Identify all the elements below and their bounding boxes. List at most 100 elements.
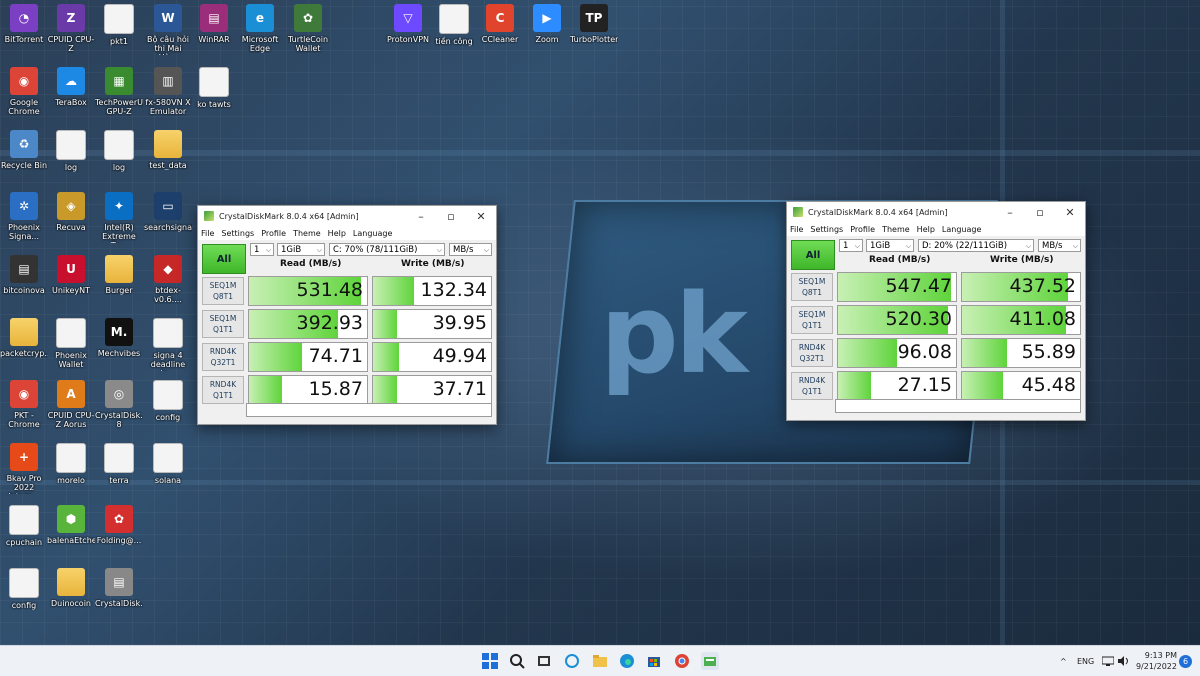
- desktop-icon[interactable]: + Bkav Pro 2022 Intern...: [0, 443, 48, 494]
- test-row-button[interactable]: SEQ1M Q8T1: [202, 277, 244, 305]
- desktop-icon[interactable]: config: [0, 568, 48, 610]
- desktop-icon[interactable]: Z CPUID CPU-Z: [47, 4, 95, 53]
- test-row-button[interactable]: SEQ1M Q1T1: [791, 306, 833, 334]
- desktop-icon[interactable]: log: [95, 130, 143, 172]
- test-row-button[interactable]: RND4K Q1T1: [791, 372, 833, 400]
- menu-item-settings[interactable]: Settings: [221, 229, 254, 238]
- desktop-icon[interactable]: A CPUID CPU-Z Aorus: [47, 380, 95, 429]
- window-titlebar[interactable]: CrystalDiskMark 8.0.4 x64 [Admin] – ▫ ✕: [787, 202, 1085, 222]
- comment-field[interactable]: [246, 403, 492, 417]
- desktop-icon[interactable]: ▦ TechPowerUp GPU-Z: [95, 67, 143, 116]
- desktop-icon[interactable]: ◎ CrystalDisk... 8: [95, 380, 143, 429]
- microsoft-store-icon[interactable]: [645, 652, 663, 670]
- test-count-select[interactable]: 1 ⌵: [250, 243, 274, 256]
- test-row-button[interactable]: SEQ1M Q8T1: [791, 273, 833, 301]
- desktop-icon[interactable]: ko tawts: [190, 67, 238, 109]
- desktop-icon[interactable]: ♻ Recycle Bin: [0, 130, 48, 170]
- desktop-icon[interactable]: packetcryp...: [0, 318, 48, 358]
- menu-item-file[interactable]: File: [790, 225, 803, 234]
- desktop-icon[interactable]: ▤ bitcoinova: [0, 255, 48, 295]
- test-row-button[interactable]: SEQ1M Q1T1: [202, 310, 244, 338]
- chrome-icon[interactable]: [673, 652, 691, 670]
- crystaldiskmark-taskbar-icon[interactable]: [701, 652, 719, 670]
- notification-center[interactable]: 6: [1179, 646, 1192, 676]
- test-size-select[interactable]: 1GiB ⌵: [866, 239, 914, 252]
- menu-item-help[interactable]: Help: [917, 225, 935, 234]
- volume-icon[interactable]: [1118, 646, 1130, 676]
- desktop-icon[interactable]: ▤ CrystalDisk...: [95, 568, 143, 608]
- maximize-icon[interactable]: ▫: [1025, 202, 1055, 222]
- desktop-icon[interactable]: tiền công: [430, 4, 478, 46]
- minimize-icon[interactable]: –: [406, 206, 436, 226]
- menu-item-file[interactable]: File: [201, 229, 214, 238]
- desktop-icon[interactable]: ✲ Phoenix Signa...: [0, 192, 48, 241]
- unit-select[interactable]: MB/s ⌵: [1038, 239, 1081, 252]
- desktop-icon[interactable]: ◈ Recuva: [47, 192, 95, 232]
- desktop-icon[interactable]: ✿ Folding@...: [95, 505, 143, 545]
- menu-item-help[interactable]: Help: [328, 229, 346, 238]
- test-row-button[interactable]: RND4K Q32T1: [202, 343, 244, 371]
- run-all-button[interactable]: All: [791, 240, 835, 270]
- minimize-icon[interactable]: –: [995, 202, 1025, 222]
- desktop-icon[interactable]: e Microsoft Edge: [236, 4, 284, 53]
- crystaldiskmark-window-c[interactable]: CrystalDiskMark 8.0.4 x64 [Admin] – ▫ ✕ File…: [197, 205, 497, 425]
- task-view-icon[interactable]: [535, 652, 553, 670]
- desktop-icon[interactable]: morelo: [47, 443, 95, 485]
- close-icon[interactable]: ✕: [1055, 202, 1085, 222]
- desktop-icon[interactable]: config: [144, 380, 192, 422]
- desktop-icon[interactable]: solana: [144, 443, 192, 485]
- desktop-icon[interactable]: ▭ searchsignal: [144, 192, 192, 232]
- search-icon[interactable]: [508, 652, 526, 670]
- menu-item-profile[interactable]: Profile: [261, 229, 286, 238]
- input-language[interactable]: ENG: [1077, 646, 1094, 676]
- comment-field[interactable]: [835, 399, 1081, 413]
- desktop-icon[interactable]: test_data: [144, 130, 192, 170]
- unit-select[interactable]: MB/s ⌵: [449, 243, 492, 256]
- drive-select[interactable]: C: 70% (78/111GiB) ⌵: [329, 243, 445, 256]
- desktop-icon[interactable]: M. Mechvibes: [95, 318, 143, 358]
- desktop-icon[interactable]: log: [47, 130, 95, 172]
- menu-item-theme[interactable]: Theme: [293, 229, 321, 238]
- desktop-icon[interactable]: ▥ fx-580VN X Emulator: [144, 67, 192, 116]
- desktop-icon[interactable]: Phoenix Wallet: [47, 318, 95, 369]
- test-count-select[interactable]: 1 ⌵: [839, 239, 863, 252]
- menu-item-theme[interactable]: Theme: [882, 225, 910, 234]
- drive-select[interactable]: D: 20% (22/111GiB) ⌵: [918, 239, 1034, 252]
- maximize-icon[interactable]: ▫: [436, 206, 466, 226]
- desktop-icon[interactable]: Duinocoin: [47, 568, 95, 608]
- desktop-icon[interactable]: C CCleaner: [476, 4, 524, 44]
- window-titlebar[interactable]: CrystalDiskMark 8.0.4 x64 [Admin] – ▫ ✕: [198, 206, 496, 226]
- desktop-icon[interactable]: ◉ PKT - Chrome: [0, 380, 48, 429]
- desktop-icon[interactable]: TP TurboPlotter: [570, 4, 618, 44]
- cortana-icon[interactable]: [563, 652, 581, 670]
- desktop-icon[interactable]: pkt1: [95, 4, 143, 46]
- desktop-icon[interactable]: U UnikeyNT: [47, 255, 95, 295]
- desktop-icon[interactable]: terra: [95, 443, 143, 485]
- desktop-icon[interactable]: ◉ Google Chrome: [0, 67, 48, 116]
- test-row-button[interactable]: RND4K Q1T1: [202, 376, 244, 404]
- edge-icon[interactable]: [618, 652, 636, 670]
- desktop-icon[interactable]: ✦ Intel(R) Extreme Tu...: [95, 192, 143, 243]
- desktop-icon[interactable]: ◔ BitTorrent: [0, 4, 48, 44]
- crystaldiskmark-window-d[interactable]: CrystalDiskMark 8.0.4 x64 [Admin] – ▫ ✕ File…: [786, 201, 1086, 421]
- show-hidden-icons[interactable]: ^: [1060, 646, 1067, 676]
- file-explorer-icon[interactable]: [591, 652, 609, 670]
- network-icon[interactable]: [1102, 646, 1114, 676]
- desktop-icon[interactable]: ☁ TeraBox: [47, 67, 95, 107]
- clock[interactable]: 9:13 PM 9/21/2022: [1136, 646, 1177, 676]
- test-row-button[interactable]: RND4K Q32T1: [791, 339, 833, 367]
- desktop-icon[interactable]: ✿ TurtleCoin Wallet: [284, 4, 332, 53]
- desktop-icon[interactable]: ◆ btdex-v0.6....: [144, 255, 192, 304]
- desktop-icon[interactable]: ▤ WinRAR: [190, 4, 238, 44]
- desktop-icon[interactable]: ▽ ProtonVPN: [384, 4, 432, 44]
- start-button[interactable]: [481, 652, 499, 670]
- close-icon[interactable]: ✕: [466, 206, 496, 226]
- desktop-icon[interactable]: Burger: [95, 255, 143, 295]
- test-size-select[interactable]: 1GiB ⌵: [277, 243, 325, 256]
- desktop-icon[interactable]: ⬢ balenaEtcher: [47, 505, 95, 545]
- menu-item-language[interactable]: Language: [353, 229, 392, 238]
- desktop-icon[interactable]: signa 4 deadline in...: [144, 318, 192, 371]
- desktop-icon[interactable]: W Bộ câu hỏi thi Mai Hù...: [144, 4, 192, 55]
- menu-item-settings[interactable]: Settings: [810, 225, 843, 234]
- menu-item-profile[interactable]: Profile: [850, 225, 875, 234]
